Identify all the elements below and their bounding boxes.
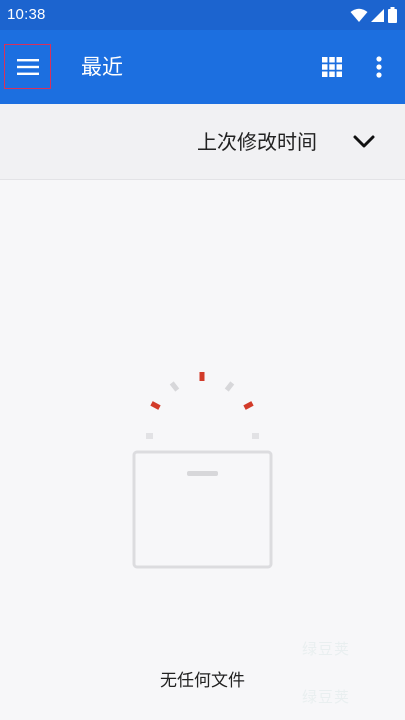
app-bar: 最近: [0, 30, 405, 104]
status-icons: [350, 7, 397, 23]
status-bar: 10:38: [0, 0, 405, 30]
page-title: 最近: [81, 55, 123, 79]
watermark-text: 绿豆荚: [302, 688, 351, 706]
empty-box-icon: [132, 372, 273, 569]
grid-view-icon: [322, 57, 342, 77]
more-options-button[interactable]: [368, 54, 390, 80]
hamburger-menu-icon: [16, 58, 39, 75]
grid-view-button[interactable]: [321, 56, 343, 78]
status-time: 10:38: [7, 6, 46, 23]
sort-bar: 上次修改时间: [0, 104, 405, 180]
cell-signal-icon: [371, 8, 384, 22]
sort-by-label[interactable]: 上次修改时间: [197, 130, 317, 154]
chevron-down-icon[interactable]: [352, 132, 376, 152]
wifi-icon: [350, 8, 368, 22]
menu-button[interactable]: [4, 44, 51, 89]
screen: 10:38 最近 上次修改时间 无任何文件 绿豆荚 绿豆荚: [0, 0, 405, 720]
battery-icon: [388, 7, 397, 23]
watermark-text: 绿豆荚: [302, 640, 351, 658]
more-vert-icon: [376, 56, 382, 78]
